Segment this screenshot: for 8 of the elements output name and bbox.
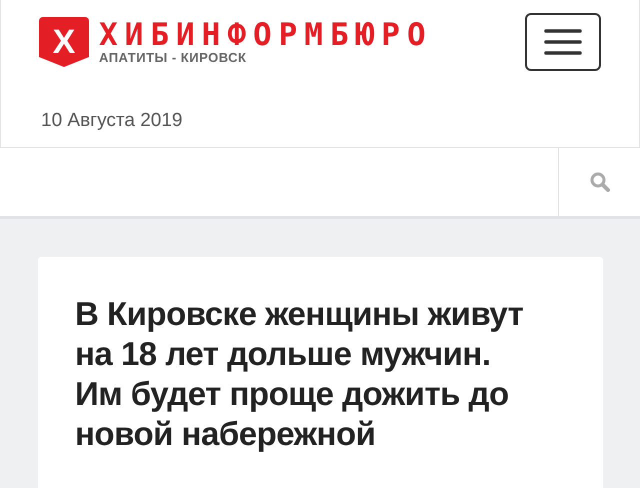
- article-headline[interactable]: В Кировске женщины живут на 18 лет дольше мужчин. Им будет проще дожить до новой набережной: [75, 294, 573, 454]
- menu-icon: [543, 28, 583, 56]
- logo-mark: Х: [39, 17, 89, 67]
- site-subtitle: АПАТИТЫ - КИРОВСК: [99, 50, 248, 64]
- menu-button[interactable]: [525, 13, 601, 71]
- site-title: ХИБИНФОРМБЮРО: [99, 20, 433, 50]
- date-text: 10 Августа 2019: [41, 110, 184, 132]
- search-icon: [588, 171, 610, 193]
